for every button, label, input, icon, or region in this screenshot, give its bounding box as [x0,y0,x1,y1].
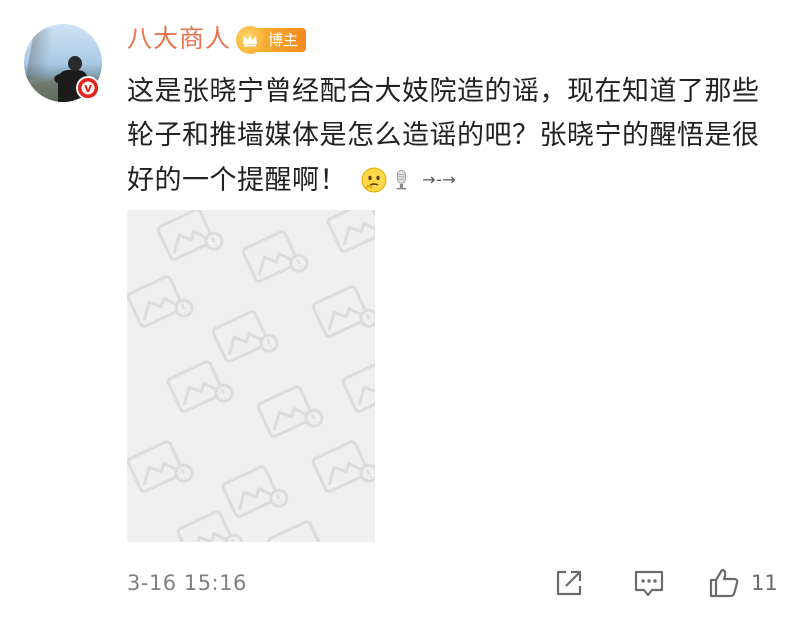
crown-icon [236,26,264,54]
comment-icon [634,570,664,597]
username[interactable]: 八大商人 [127,22,231,56]
watermark-photo-icon [326,210,375,253]
image-placeholder[interactable] [127,210,375,542]
watermark-photo-icon [166,360,234,413]
comment-button[interactable] [632,566,666,600]
share-icon [556,570,582,596]
watermark-photo-icon [127,275,194,328]
like-count: 11 [751,571,778,595]
thumbs-up-icon [709,568,739,598]
blogger-badge: 博主 [236,26,307,54]
watermark-photo-icon [311,285,375,338]
verified-icon: v [76,76,100,100]
watermark-photo-icon [256,385,324,438]
watermark-photo-icon [266,520,325,542]
watermark-photo-icon [241,230,309,283]
watermark-photo-icon [211,310,279,363]
like-button[interactable]: 11 [707,566,778,600]
watermark-photo-icon [221,465,289,518]
watermark-photo-icon [127,440,194,493]
microphone-icon [392,164,420,192]
watermark-photo-icon [311,440,375,493]
thinking-face-icon [360,164,388,193]
comment-card: v 八大商人 博主 这是张晓宁曾经配合大妓院造的谣，现在知道了那些轮子和推墙媒体… [0,0,800,617]
arrow-tail: →-→ [422,170,457,189]
watermark-photo-icon [156,210,224,261]
share-button[interactable] [552,566,586,600]
timestamp: 3-16 15:16 [127,571,247,595]
watermark-photo-icon [341,360,375,413]
image-placeholder-icon [127,210,375,542]
comment-text: 这是张晓宁曾经配合大妓院造的谣，现在知道了那些轮子和推墙媒体是怎么造谣的吧？张晓… [127,70,777,203]
